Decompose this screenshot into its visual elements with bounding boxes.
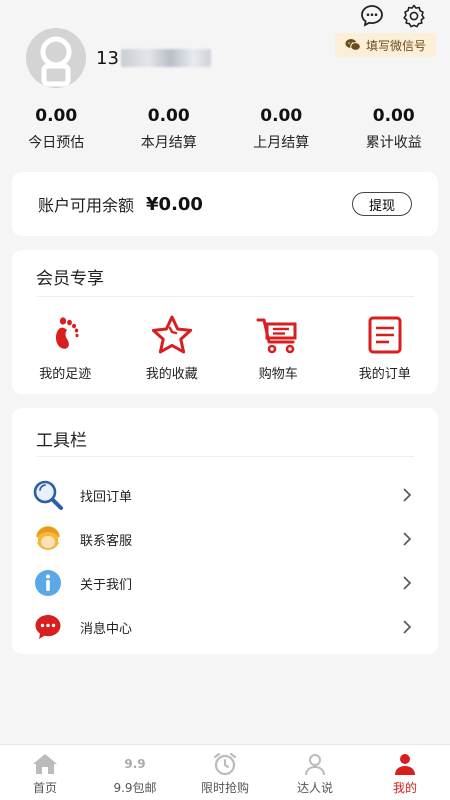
- member-item-label: 我的足迹: [39, 367, 92, 382]
- member-item-footprint[interactable]: 我的足迹: [12, 315, 119, 382]
- member-item-cart[interactable]: 购物车: [225, 315, 332, 382]
- phone-number: 13: [96, 48, 211, 69]
- member-item-favorites[interactable]: 我的收藏: [119, 315, 226, 382]
- tab-home[interactable]: 首页: [0, 745, 90, 800]
- tool-label: 消息中心: [80, 621, 133, 637]
- stat-this-month[interactable]: 0.00 本月结算: [113, 106, 226, 152]
- tab-free-shipping[interactable]: 9.9 9.9包邮: [90, 745, 180, 800]
- top-actions: [358, 2, 428, 30]
- earnings-stats: 0.00 今日预估 0.00 本月结算 0.00 上月结算 0.00 累计收益: [0, 106, 450, 152]
- withdraw-button[interactable]: 提现: [351, 192, 412, 216]
- bottom-tab-bar: 首页 9.9 9.9包邮 限时抢购 达人说 我的: [0, 744, 450, 800]
- tool-row-about[interactable]: 关于我们: [12, 561, 438, 605]
- cart-icon: [254, 315, 302, 355]
- tab-label: 限时抢购: [200, 781, 249, 795]
- footprint-icon: [41, 315, 89, 355]
- balance-label: 账户可用余额: [38, 196, 135, 215]
- settings-icon[interactable]: [400, 2, 428, 30]
- member-item-label: 我的订单: [358, 367, 411, 382]
- tab-label: 首页: [32, 781, 57, 795]
- chevron-right-icon: [400, 576, 414, 590]
- section-title: 工具栏: [36, 431, 87, 451]
- member-grid: 我的足迹 我的收藏 购物车 我的订单: [12, 297, 438, 382]
- member-section: 会员专享 我的足迹 我的收藏 购物车 我的订单: [12, 250, 438, 394]
- member-item-label: 我的收藏: [145, 367, 198, 382]
- phone-masked: [120, 49, 211, 67]
- tab-label: 达人说: [296, 781, 333, 795]
- stat-today[interactable]: 0.00 今日预估: [0, 106, 113, 152]
- balance-card: 账户可用余额 ¥0.00 提现: [12, 172, 438, 236]
- tool-label: 联系客服: [80, 533, 133, 549]
- phone-prefix: 13: [96, 47, 119, 69]
- tab-icon-text: 9.9: [124, 757, 146, 771]
- stat-total[interactable]: 0.00 累计收益: [338, 106, 450, 152]
- tab-label: 9.9包邮: [113, 781, 157, 795]
- stat-value: 0.00: [35, 106, 78, 126]
- chevron-right-icon: [400, 488, 414, 502]
- tools-section: 工具栏 找回订单 联系客服 关于我们 消息中心: [12, 408, 438, 654]
- tool-row-support[interactable]: 联系客服: [12, 517, 438, 561]
- tab-expert-talk[interactable]: 达人说: [270, 745, 360, 800]
- message-icon: [32, 611, 64, 643]
- fill-wechat-button[interactable]: 填写微信号: [334, 33, 436, 57]
- star-icon: [148, 315, 196, 355]
- alarm-clock-icon: [212, 751, 238, 777]
- tool-label: 找回订单: [80, 489, 133, 505]
- section-title: 会员专享: [36, 269, 104, 289]
- avatar[interactable]: [26, 28, 86, 88]
- chevron-right-icon: [400, 532, 414, 546]
- stat-label: 上月结算: [253, 135, 310, 151]
- wechat-icon: [345, 39, 361, 51]
- stat-last-month[interactable]: 0.00 上月结算: [225, 106, 338, 152]
- home-icon: [32, 751, 58, 777]
- support-agent-icon: [32, 523, 64, 555]
- tools-list: 找回订单 联系客服 关于我们 消息中心: [12, 457, 438, 649]
- stat-label: 本月结算: [140, 135, 197, 151]
- order-icon: [361, 315, 409, 355]
- tab-mine[interactable]: 我的: [360, 745, 450, 800]
- member-item-orders[interactable]: 我的订单: [332, 315, 439, 382]
- tool-row-find-order[interactable]: 找回订单: [12, 473, 438, 517]
- balance-amount: ¥0.00: [146, 193, 203, 215]
- chevron-right-icon: [400, 620, 414, 634]
- price-tag-icon: 9.9: [122, 751, 148, 777]
- member-item-label: 购物车: [258, 367, 298, 382]
- search-icon: [32, 479, 64, 511]
- tool-label: 关于我们: [80, 577, 133, 593]
- stat-value: 0.00: [372, 106, 415, 126]
- tool-row-messages[interactable]: 消息中心: [12, 605, 438, 649]
- stat-label: 累计收益: [365, 135, 422, 151]
- default-avatar-icon: [26, 28, 86, 88]
- tab-label: 我的: [392, 781, 417, 795]
- tab-flash-sale[interactable]: 限时抢购: [180, 745, 270, 800]
- user-icon: [392, 751, 418, 777]
- wechat-button-label: 填写微信号: [365, 38, 426, 53]
- stat-label: 今日预估: [28, 135, 85, 151]
- stat-value: 0.00: [147, 106, 190, 126]
- expert-icon: [302, 751, 328, 777]
- chat-icon[interactable]: [358, 2, 386, 30]
- stat-value: 0.00: [260, 106, 303, 126]
- profile-header: 13: [26, 28, 211, 88]
- info-icon: [32, 567, 64, 599]
